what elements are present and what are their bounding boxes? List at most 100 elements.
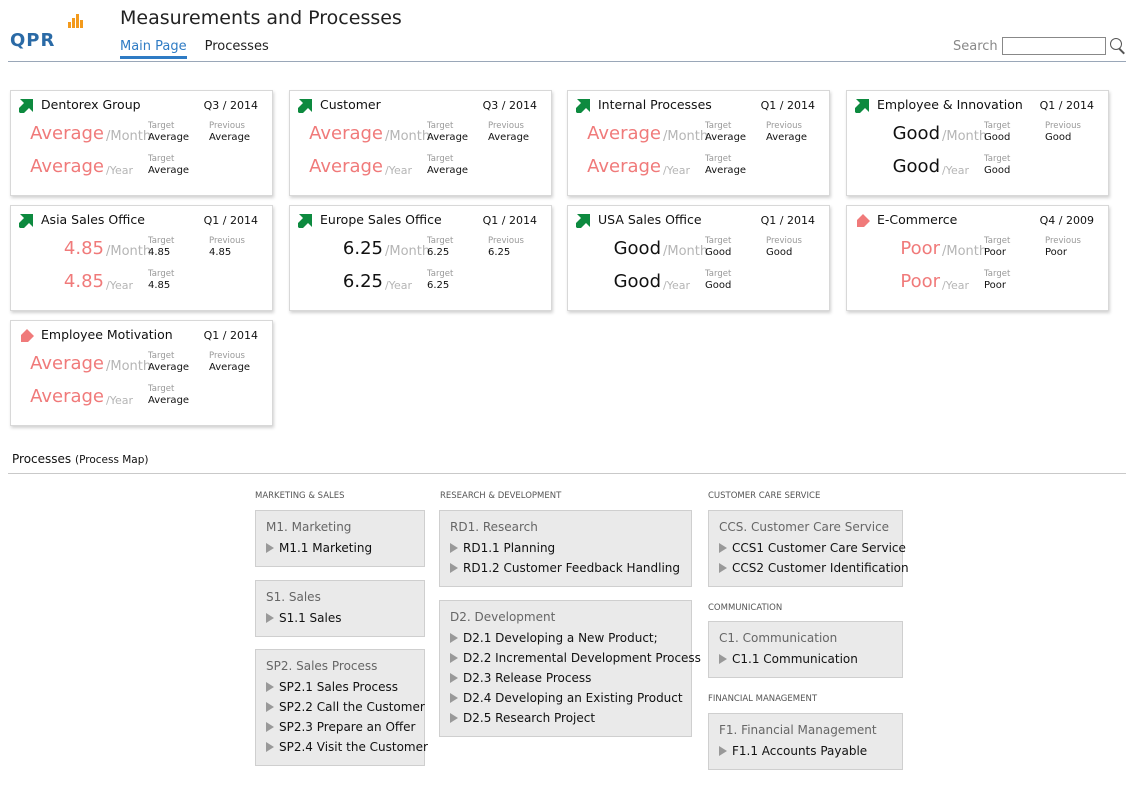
search-icon[interactable] [1109, 38, 1126, 54]
process-box[interactable]: CCS. Customer Care Service CCS1 Customer … [708, 510, 909, 587]
search-input[interactable] [1001, 37, 1106, 55]
previous-label: Previous [488, 236, 524, 246]
target-label: Target [984, 154, 1011, 164]
year-row: Good /Year Target Good [847, 154, 1110, 184]
target-label: Target [984, 236, 1011, 246]
previous-label: Previous [766, 121, 802, 131]
expand-triangle-icon [450, 633, 458, 643]
process-box-title[interactable]: CCS. Customer Care Service [719, 520, 892, 534]
process-box[interactable]: M1. Marketing M1.1 Marketing [255, 510, 425, 567]
process-item[interactable]: SP2.1 Sales Process [266, 677, 414, 697]
process-item-label: D2.1 Developing a New Product; [463, 631, 658, 645]
previous-label: Previous [1045, 121, 1081, 131]
measure-card[interactable]: Employee & Innovation Q1 / 2014 Good /Mo… [846, 90, 1109, 196]
process-item-label: M1.1 Marketing [279, 541, 373, 555]
card-period: Q1 / 2014 [203, 214, 258, 227]
process-item[interactable]: SP2.3 Prepare an Offer [266, 717, 416, 737]
process-box[interactable]: RD1. Research RD1.1 Planning RD1.2 Custome… [439, 510, 692, 587]
expand-triangle-icon [450, 563, 458, 573]
process-item[interactable]: D2.3 Release Process [450, 668, 681, 688]
process-box-title[interactable]: D2. Development [450, 610, 681, 624]
measure-card[interactable]: Europe Sales Office Q1 / 2014 6.25 /Mont… [289, 205, 552, 311]
process-box-title[interactable]: S1. Sales [266, 590, 414, 604]
process-item-label: F1.1 Accounts Payable [732, 744, 868, 758]
process-item[interactable]: SP2.2 Call the Customer [266, 697, 425, 717]
card-period: Q1 / 2014 [203, 329, 258, 342]
measure-card[interactable]: E-Commerce Q4 / 2009 Poor /Month Target … [846, 205, 1109, 311]
expand-triangle-icon [450, 713, 458, 723]
category-communication: COMMUNICATION [708, 603, 783, 613]
measure-card[interactable]: Employee Motivation Q1 / 2014 Average /M… [10, 320, 273, 426]
month-unit: /Month [385, 244, 431, 259]
process-item[interactable]: D2.1 Developing a New Product; [450, 628, 681, 648]
month-unit: /Month [942, 244, 988, 259]
measure-card[interactable]: Dentorex Group Q3 / 2014 Average /Month … [10, 90, 273, 196]
month-row: Average /Month Target Average Previous A… [11, 121, 274, 151]
process-box-title[interactable]: SP2. Sales Process [266, 659, 414, 673]
month-row: Average /Month Target Average Previous A… [11, 351, 274, 381]
process-box-title[interactable]: F1. Financial Management [719, 723, 892, 737]
month-previous-value: 6.25 [488, 247, 511, 258]
year-row: 4.85 /Year Target 4.85 [11, 269, 274, 299]
search-area: Search [953, 37, 1126, 55]
month-row: Good /Month Target Good Previous Good [847, 121, 1110, 151]
process-item[interactable]: CCS1 Customer Care Service [719, 538, 906, 558]
card-title: Europe Sales Office [320, 212, 442, 227]
month-previous-value: Average [209, 362, 251, 373]
process-item[interactable]: SP2.4 Visit the Customer [266, 737, 428, 757]
measure-card[interactable]: Internal Processes Q1 / 2014 Average /Mo… [567, 90, 830, 196]
process-item[interactable]: D2.2 Incremental Development Process [450, 648, 701, 668]
year-unit: /Year [106, 394, 133, 407]
process-item[interactable]: F1.1 Accounts Payable [719, 741, 892, 761]
trend-up-icon [17, 97, 35, 115]
target-label: Target [427, 121, 454, 131]
card-period: Q1 / 2014 [760, 214, 815, 227]
process-map-label: (Process Map) [74, 454, 149, 466]
target-label: Target [148, 121, 175, 131]
target-label: Target [984, 121, 1011, 131]
month-target-value: Poor [984, 247, 1007, 258]
month-previous-value: Average [488, 132, 530, 143]
process-item[interactable]: CCS2 Customer Identification [719, 558, 909, 578]
process-box-title[interactable]: C1. Communication [719, 631, 892, 645]
card-title: Asia Sales Office [41, 212, 145, 227]
month-value: Good [613, 238, 661, 259]
tab-processes[interactable]: Processes [205, 39, 269, 59]
month-target-value: Average [427, 132, 469, 143]
process-item[interactable]: RD1.1 Planning [450, 538, 681, 558]
month-row: 6.25 /Month Target 6.25 Previous 6.25 [290, 236, 553, 266]
measure-card[interactable]: Customer Q3 / 2014 Average /Month Target… [289, 90, 552, 196]
process-item[interactable]: C1.1 Communication [719, 649, 892, 669]
process-item[interactable]: M1.1 Marketing [266, 538, 414, 558]
process-box-title[interactable]: RD1. Research [450, 520, 681, 534]
month-target-value: Average [148, 132, 190, 143]
process-item[interactable]: D2.4 Developing an Existing Product [450, 688, 683, 708]
process-box[interactable]: C1. Communication C1.1 Communication [708, 621, 903, 678]
process-item[interactable]: RD1.2 Customer Feedback Handling [450, 558, 681, 578]
process-box-title[interactable]: M1. Marketing [266, 520, 414, 534]
process-box[interactable]: S1. Sales S1.1 Sales [255, 580, 425, 637]
target-label: Target [148, 154, 175, 164]
previous-label: Previous [488, 121, 524, 131]
processes-heading: Processes (Process Map) [12, 452, 149, 466]
tab-main-page[interactable]: Main Page [120, 39, 187, 59]
year-unit: /Year [106, 164, 133, 177]
year-unit: /Year [942, 164, 969, 177]
year-value: Average [587, 156, 661, 177]
month-unit: /Month [942, 129, 988, 144]
target-label: Target [427, 269, 454, 279]
year-row: Poor /Year Target Poor [847, 269, 1110, 299]
year-value: Average [309, 156, 383, 177]
process-box[interactable]: D2. Development D2.1 Developing a New Pro… [439, 600, 701, 737]
process-item[interactable]: S1.1 Sales [266, 608, 414, 628]
process-item[interactable]: D2.5 Research Project [450, 708, 681, 728]
expand-triangle-icon [450, 693, 458, 703]
measure-card[interactable]: USA Sales Office Q1 / 2014 Good /Month T… [567, 205, 830, 311]
process-item-label: SP2.3 Prepare an Offer [279, 720, 416, 734]
process-box[interactable]: F1. Financial Management F1.1 Accounts Pa… [708, 713, 903, 770]
measure-card[interactable]: Asia Sales Office Q1 / 2014 4.85 /Month … [10, 205, 273, 311]
trend-up-icon [574, 97, 592, 115]
qpr-logo: QPR [8, 10, 88, 51]
process-box[interactable]: SP2. Sales Process SP2.1 Sales Process SP2… [255, 649, 428, 766]
target-label: Target [427, 236, 454, 246]
